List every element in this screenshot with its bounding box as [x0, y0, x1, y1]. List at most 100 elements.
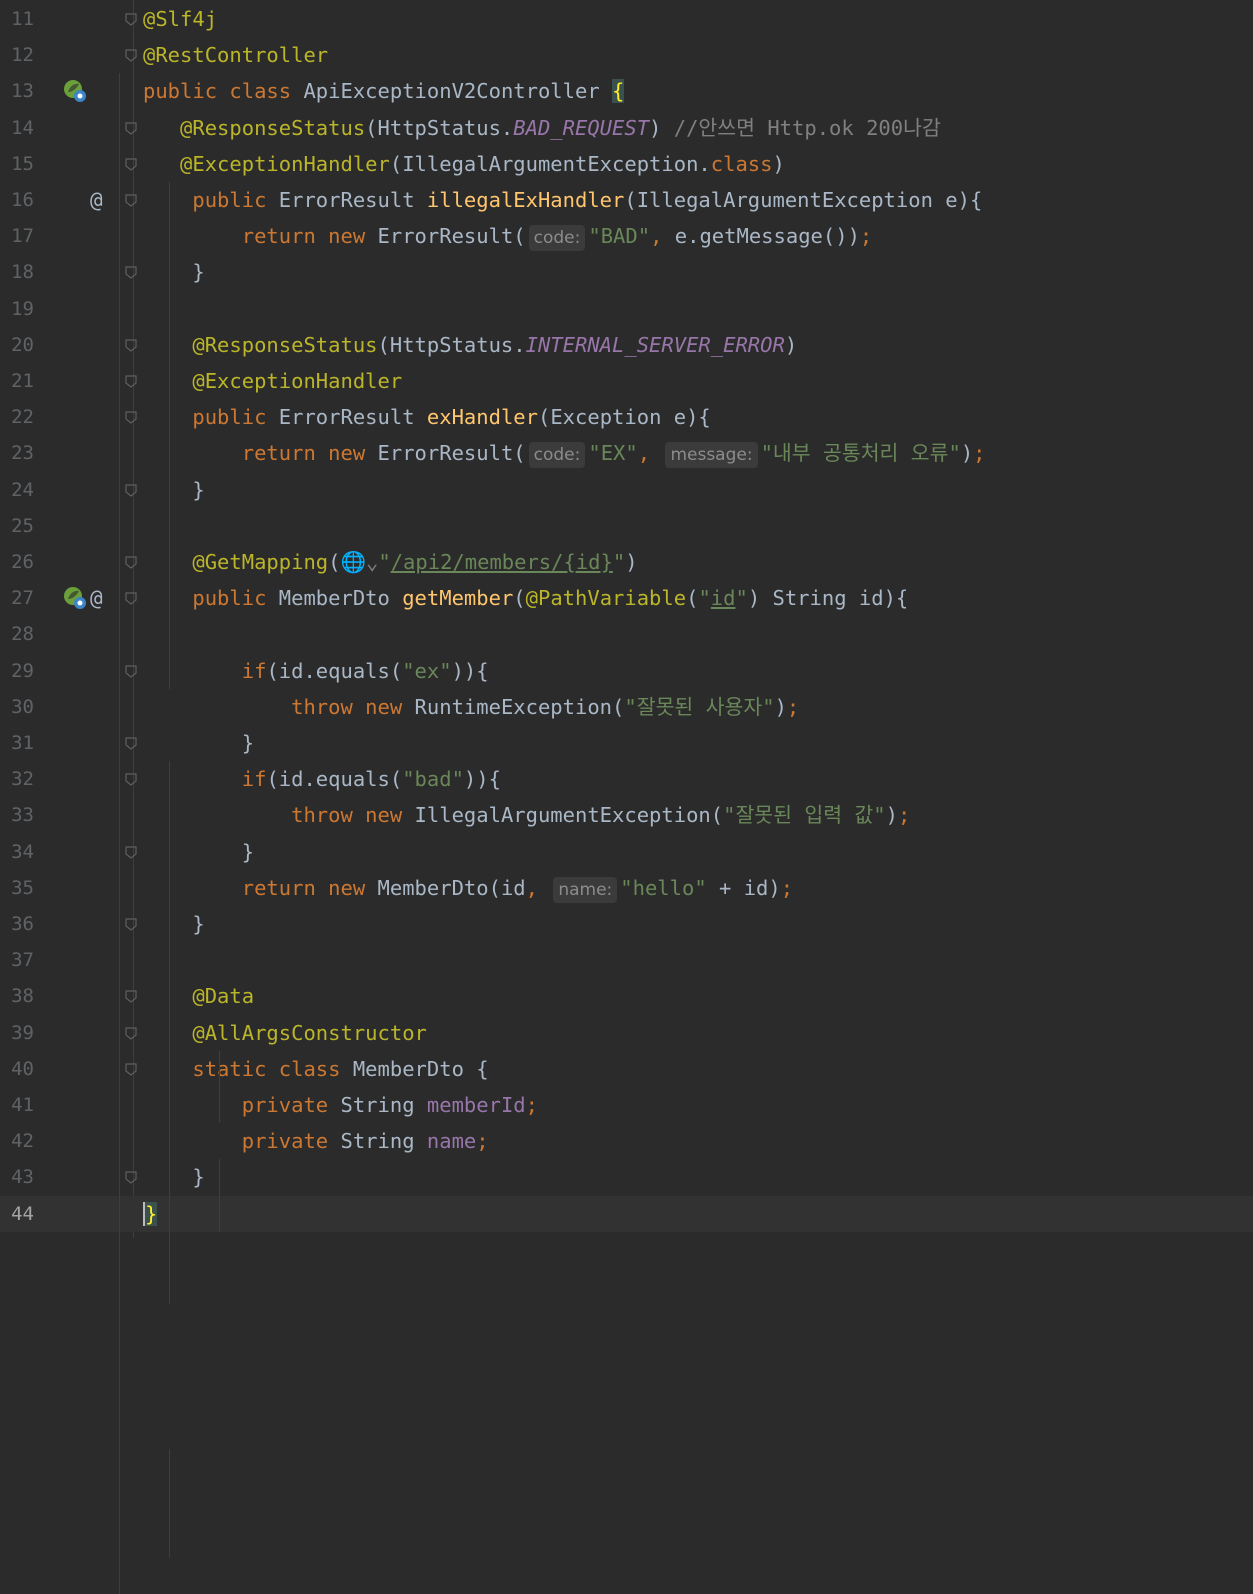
line-number[interactable]: 11: [0, 1, 34, 37]
code-line[interactable]: 42 private String name;: [0, 1123, 1253, 1159]
code-text[interactable]: return new ErrorResult(code: "EX", messag…: [143, 435, 986, 471]
fold-marker-icon[interactable]: [124, 989, 138, 1004]
line-number[interactable]: 39: [0, 1015, 34, 1051]
line-number[interactable]: 28: [0, 616, 34, 652]
code-text[interactable]: }: [143, 472, 204, 508]
fold-marker-icon[interactable]: [124, 845, 138, 859]
line-number[interactable]: 26: [0, 544, 34, 580]
code-text[interactable]: public MemberDto getMember(@PathVariable…: [143, 580, 908, 616]
code-line[interactable]: 31 }: [0, 725, 1253, 761]
code-line[interactable]: 44}: [0, 1195, 1253, 1232]
line-number[interactable]: 13: [0, 73, 34, 109]
fold-marker-icon[interactable]: [124, 374, 138, 388]
code-line[interactable]: 30 throw new RuntimeException("잘못된 사용자")…: [0, 689, 1253, 725]
code-line[interactable]: 13 public class ApiExceptionV2Controller …: [0, 73, 1253, 109]
code-line[interactable]: 41 private String memberId;: [0, 1087, 1253, 1123]
code-line[interactable]: 34 }: [0, 834, 1253, 870]
code-line[interactable]: 15 @ExceptionHandler(IllegalArgumentExce…: [0, 146, 1253, 182]
code-editor[interactable]: 11 @Slf4j 12 @RestController 13 public class …: [0, 0, 1253, 1594]
code-line[interactable]: 14 @ResponseStatus(HttpStatus.BAD_REQUES…: [0, 110, 1253, 146]
code-text[interactable]: public ErrorResult exHandler(Exception e…: [143, 399, 710, 435]
code-line[interactable]: 32 if(id.equals("bad")){: [0, 761, 1253, 797]
fold-marker-icon[interactable]: [124, 410, 138, 424]
code-text[interactable]: }: [143, 906, 204, 942]
line-number[interactable]: 33: [0, 797, 34, 833]
line-number[interactable]: 17: [0, 218, 34, 254]
line-number[interactable]: 21: [0, 363, 34, 399]
code-line[interactable]: 27 @ public MemberDto getMember(@PathVari…: [0, 580, 1253, 616]
line-number[interactable]: 12: [0, 37, 34, 73]
code-line[interactable]: 26 @GetMapping(🌐⌄"/api2/members/{id}"): [0, 544, 1253, 580]
fold-marker-icon[interactable]: [124, 917, 138, 931]
code-text[interactable]: @ExceptionHandler: [143, 363, 402, 399]
code-text[interactable]: return new MemberDto(id, name: "hello" + …: [143, 870, 793, 906]
code-text[interactable]: }: [143, 725, 254, 761]
fold-marker-icon[interactable]: [124, 48, 138, 62]
line-number[interactable]: 42: [0, 1123, 34, 1159]
line-number[interactable]: 34: [0, 834, 34, 870]
code-text[interactable]: @AllArgsConstructor: [143, 1015, 427, 1051]
line-number[interactable]: 41: [0, 1087, 34, 1123]
code-text[interactable]: @ResponseStatus(HttpStatus.BAD_REQUEST) …: [143, 110, 941, 146]
code-line[interactable]: 21 @ExceptionHandler: [0, 363, 1253, 399]
code-line[interactable]: 23 return new ErrorResult(code: "EX", mes…: [0, 435, 1253, 471]
fold-marker-icon[interactable]: [124, 736, 138, 750]
code-line[interactable]: 37: [0, 942, 1253, 978]
code-text[interactable]: public ErrorResult illegalExHandler(Ille…: [143, 182, 982, 218]
code-text[interactable]: @RestController: [143, 37, 328, 73]
code-line[interactable]: 17 return new ErrorResult(code: "BAD", e.…: [0, 218, 1253, 254]
line-number[interactable]: 29: [0, 653, 34, 689]
code-line[interactable]: 29 if(id.equals("ex")){: [0, 653, 1253, 689]
line-number[interactable]: 35: [0, 870, 34, 906]
code-text[interactable]: @ResponseStatus(HttpStatus.INTERNAL_SERV…: [143, 327, 797, 363]
fold-marker-icon[interactable]: [124, 591, 138, 605]
line-number[interactable]: 27: [0, 580, 34, 616]
line-number[interactable]: 38: [0, 978, 34, 1014]
fold-marker-icon[interactable]: [124, 12, 138, 26]
code-line[interactable]: 33 throw new IllegalArgumentException("잘…: [0, 797, 1253, 833]
fold-marker-icon[interactable]: [124, 772, 138, 786]
code-line[interactable]: 28: [0, 616, 1253, 652]
fold-marker-icon[interactable]: [124, 338, 138, 352]
code-line[interactable]: 18 }: [0, 254, 1253, 290]
code-text[interactable]: }: [143, 1159, 204, 1195]
line-number[interactable]: 20: [0, 327, 34, 363]
code-line[interactable]: 36 }: [0, 906, 1253, 942]
code-text[interactable]: static class MemberDto {: [143, 1051, 488, 1087]
code-text[interactable]: @GetMapping(🌐⌄"/api2/members/{id}"): [143, 544, 637, 580]
spring-bean-icon[interactable]: [62, 78, 88, 104]
code-line[interactable]: 35 return new MemberDto(id, name: "hello"…: [0, 870, 1253, 906]
fold-marker-icon[interactable]: [124, 664, 138, 678]
code-line[interactable]: 43 }: [0, 1159, 1253, 1195]
code-line[interactable]: 12 @RestController: [0, 37, 1253, 73]
fold-marker-icon[interactable]: [124, 1026, 138, 1040]
fold-marker-icon[interactable]: [124, 121, 138, 135]
line-number[interactable]: 24: [0, 472, 34, 508]
line-number[interactable]: 22: [0, 399, 34, 435]
code-line[interactable]: 11 @Slf4j: [0, 1, 1253, 37]
fold-marker-icon[interactable]: [124, 265, 138, 280]
code-text[interactable]: throw new RuntimeException("잘못된 사용자");: [143, 689, 799, 725]
line-number[interactable]: 15: [0, 146, 34, 182]
fold-marker-icon[interactable]: [124, 1170, 138, 1185]
fold-marker-icon[interactable]: [124, 483, 138, 497]
code-text[interactable]: @Data: [143, 978, 254, 1014]
line-number[interactable]: 40: [0, 1051, 34, 1087]
line-number[interactable]: 36: [0, 906, 34, 942]
code-text[interactable]: }: [143, 1196, 158, 1232]
code-line[interactable]: 19: [0, 291, 1253, 327]
code-text[interactable]: @ExceptionHandler(IllegalArgumentExcepti…: [143, 146, 785, 182]
fold-marker-icon[interactable]: [124, 157, 138, 171]
fold-marker-icon[interactable]: [124, 1062, 138, 1076]
code-text[interactable]: private String memberId;: [143, 1087, 538, 1123]
code-text[interactable]: return new ErrorResult(code: "BAD", e.get…: [143, 218, 872, 254]
line-number[interactable]: 14: [0, 110, 34, 146]
code-line[interactable]: 16 @ public ErrorResult illegalExHandler(…: [0, 182, 1253, 218]
code-line[interactable]: 24 }: [0, 472, 1253, 508]
line-number[interactable]: 43: [0, 1159, 34, 1195]
code-line[interactable]: 22 public ErrorResult exHandler(Exceptio…: [0, 399, 1253, 435]
at-sign-icon[interactable]: @: [90, 187, 116, 213]
fold-marker-icon[interactable]: [124, 193, 138, 207]
code-line[interactable]: 20 @ResponseStatus(HttpStatus.INTERNAL_S…: [0, 327, 1253, 363]
code-text[interactable]: if(id.equals("ex")){: [143, 653, 489, 689]
